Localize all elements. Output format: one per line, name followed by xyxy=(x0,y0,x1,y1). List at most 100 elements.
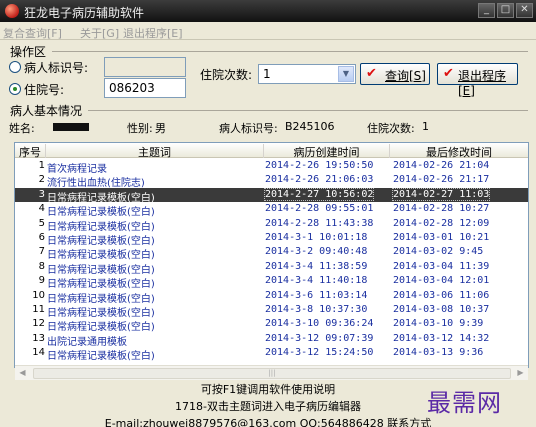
row-topic: 日常病程记录模板(空白) xyxy=(47,351,155,363)
patient-group-line xyxy=(88,110,528,111)
row-number: 2 xyxy=(38,174,45,186)
patient-id-label: 病人标识号: xyxy=(24,61,89,75)
table-row[interactable]: 8 日常病程记录模板(空白) 2014-3-4 11:38:59 2014-03-04… xyxy=(15,260,528,276)
row-number: 14 xyxy=(32,347,45,359)
row-created: 2014-3-12 09:07:39 xyxy=(265,332,374,344)
row-number: 11 xyxy=(32,304,45,315)
column-header-num[interactable]: 序号 xyxy=(15,144,46,159)
row-created: 2014-3-4 11:38:59 xyxy=(265,260,368,272)
row-modified: 2014-03-06 11:06 xyxy=(393,289,490,301)
menu-about[interactable]: 关于[G] xyxy=(80,25,119,41)
row-modified: 2014-03-04 12:01 xyxy=(393,275,490,287)
table-row[interactable]: 13 出院记录通用模板 2014-3-12 09:07:39 2014-03-12 1… xyxy=(15,332,528,348)
patient-id-info-label: 病人标识号: xyxy=(219,122,278,135)
records-table[interactable]: 序号 主题词 病历创建时间 最后修改时间 1 首次病程记录 2014-2-26 19… xyxy=(14,142,529,368)
row-modified: 2014-02-26 21:04 xyxy=(393,160,490,171)
menu-bar: 复合查询[F] 关于[G] 退出程序[E] xyxy=(0,22,536,40)
patient-id-info-value: B245106 xyxy=(285,120,335,133)
row-created: 2014-2-28 09:55:01 xyxy=(265,203,374,215)
row-created: 2014-3-10 09:36:24 xyxy=(265,318,374,330)
row-created: 2014-2-26 19:50:50 xyxy=(265,160,374,171)
close-button[interactable]: ✕ xyxy=(516,3,533,18)
patient-name-label: 姓名: xyxy=(9,122,35,135)
row-created: 2014-2-27 10:56:02 xyxy=(263,187,375,201)
table-row[interactable]: 12 日常病程记录模板(空白) 2014-3-10 09:36:24 2014-03-… xyxy=(15,317,528,333)
hosp-no-label: 住院号: xyxy=(24,83,65,97)
row-number: 9 xyxy=(38,275,45,287)
query-button[interactable]: ✔ 查询[S] xyxy=(360,63,430,85)
menu-compound-query[interactable]: 复合查询[F] xyxy=(3,25,62,41)
column-header-created[interactable]: 病历创建时间 xyxy=(264,144,390,159)
patient-visits-label: 住院次数: xyxy=(367,122,415,135)
row-number: 1 xyxy=(38,160,45,171)
ops-group-label: 操作区 xyxy=(10,45,47,59)
horizontal-scrollbar[interactable]: ◀ ||| ▶ xyxy=(15,365,528,380)
chevron-down-icon[interactable]: ▼ xyxy=(338,66,354,82)
row-number: 4 xyxy=(38,203,45,215)
patient-id-input[interactable] xyxy=(104,57,186,77)
row-number: 12 xyxy=(32,318,45,330)
patient-id-radio[interactable] xyxy=(9,61,21,73)
check-icon: ✔ xyxy=(443,66,454,81)
hosp-no-input[interactable] xyxy=(104,78,186,98)
patient-gender-value: 男 xyxy=(155,122,166,135)
row-modified: 2014-03-10 9:39 xyxy=(393,318,484,330)
table-row[interactable]: 3 日常病程记录模板(空白) 2014-2-27 10:56:02 2014-02-2… xyxy=(15,187,528,204)
table-row[interactable]: 7 日常病程记录模板(空白) 2014-3-2 09:40:48 2014-03-02… xyxy=(15,245,528,261)
row-created: 2014-3-12 15:24:50 xyxy=(265,347,374,359)
patient-group-label: 病人基本情况 xyxy=(10,104,83,118)
ops-group-line xyxy=(52,51,528,52)
row-created: 2014-3-4 11:40:18 xyxy=(265,275,368,287)
row-modified: 2014-02-26 21:17 xyxy=(393,174,490,186)
column-header-modified[interactable]: 最后修改时间 xyxy=(390,144,528,159)
row-modified: 2014-03-13 9:36 xyxy=(393,347,484,359)
table-row[interactable]: 6 日常病程记录模板(空白) 2014-3-1 10:01:18 2014-03-01… xyxy=(15,231,528,247)
exit-button[interactable]: ✔ 退出程序[E] xyxy=(437,63,518,98)
patient-name-redacted xyxy=(53,123,89,131)
title-bar: 狂龙电子病历辅助软件 _ □ ✕ xyxy=(0,0,536,22)
table-row[interactable]: 5 日常病程记录模板(空白) 2014-2-28 11:43:38 2014-02-2… xyxy=(15,217,528,233)
main-panel: 操作区 病人标识号: 住院号: 住院次数: 1 ▼ ✔ 查询[S] ✔ 退出程序… xyxy=(0,40,536,427)
scroll-left-icon[interactable]: ◀ xyxy=(15,366,30,381)
row-created: 2014-2-26 21:06:03 xyxy=(265,174,374,186)
row-number: 3 xyxy=(38,188,45,200)
table-row[interactable]: 4 日常病程记录模板(空白) 2014-2-28 09:55:01 2014-02-2… xyxy=(15,202,528,218)
column-header-topic[interactable]: 主题词 xyxy=(46,144,264,159)
row-number: 10 xyxy=(32,289,45,301)
row-created: 2014-3-8 10:37:30 xyxy=(265,304,368,315)
scroll-right-icon[interactable]: ▶ xyxy=(513,366,528,381)
patient-gender-label: 性别: xyxy=(127,122,153,135)
visits-label: 住院次数: xyxy=(200,68,253,82)
table-row[interactable]: 1 首次病程记录 2014-2-26 19:50:50 2014-02-26 21:0… xyxy=(15,159,528,175)
row-number: 6 xyxy=(38,232,45,243)
row-created: 2014-3-2 09:40:48 xyxy=(265,246,368,258)
row-modified: 2014-03-04 11:39 xyxy=(393,260,490,272)
hosp-no-radio[interactable] xyxy=(9,83,21,95)
table-row[interactable]: 11 日常病程记录模板(空白) 2014-3-8 10:37:30 2014-03-0… xyxy=(15,303,528,319)
app-icon xyxy=(5,4,19,18)
row-modified: 2014-02-28 12:09 xyxy=(393,217,490,229)
visits-select[interactable]: 1 ▼ xyxy=(258,64,356,84)
row-modified: 2014-03-12 14:32 xyxy=(393,332,490,344)
row-modified: 2014-02-27 11:03 xyxy=(391,187,491,201)
table-row[interactable]: 10 日常病程记录模板(空白) 2014-3-6 11:03:14 2014-03-0… xyxy=(15,289,528,305)
row-number: 8 xyxy=(38,260,45,272)
query-button-label: 查询[S] xyxy=(385,69,426,83)
window-title: 狂龙电子病历辅助软件 xyxy=(24,6,145,20)
table-row[interactable]: 14 日常病程记录模板(空白) 2014-3-12 15:24:50 2014-03-… xyxy=(15,346,528,363)
maximize-button[interactable]: □ xyxy=(497,3,514,18)
watermark-logo: 最需网 xyxy=(427,389,502,417)
minimize-button[interactable]: _ xyxy=(478,3,495,18)
row-modified: 2014-03-01 10:21 xyxy=(393,232,490,243)
row-number: 7 xyxy=(38,246,45,258)
row-number: 13 xyxy=(32,332,45,344)
table-row[interactable]: 9 日常病程记录模板(空白) 2014-3-4 11:40:18 2014-03-04… xyxy=(15,274,528,290)
patient-visits-value: 1 xyxy=(422,120,429,133)
check-icon: ✔ xyxy=(366,66,377,81)
visits-select-value: 1 xyxy=(263,67,271,81)
scroll-thumb[interactable]: ||| xyxy=(33,368,511,379)
exit-button-label: 退出程序[E] xyxy=(458,69,507,98)
menu-exit[interactable]: 退出程序[E] xyxy=(123,25,183,41)
row-modified: 2014-03-02 9:45 xyxy=(393,246,484,258)
table-row[interactable]: 2 流行性出血热(住院志) 2014-2-26 21:06:03 2014-02-26… xyxy=(15,173,528,189)
